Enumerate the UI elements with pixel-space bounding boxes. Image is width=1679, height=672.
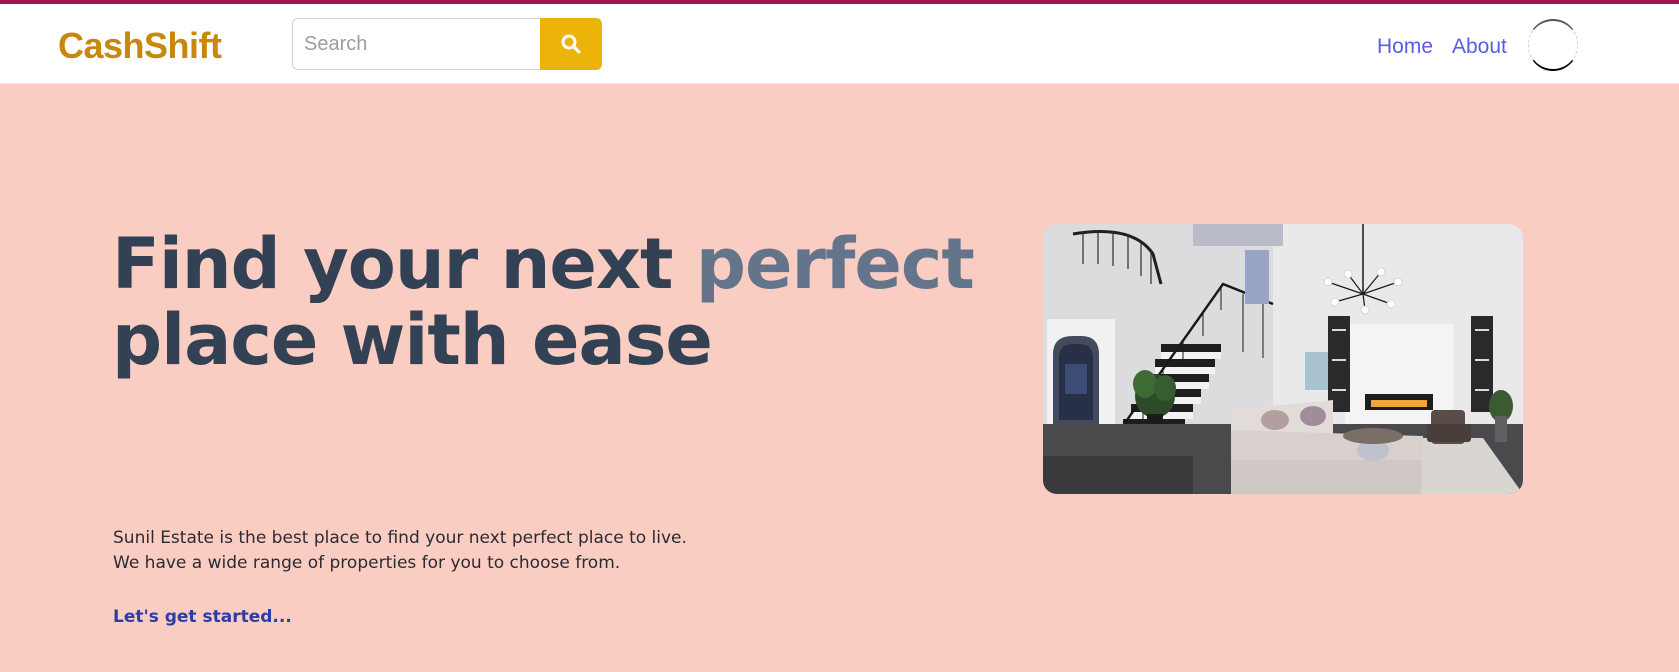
navbar: CashShift Home About: [0, 4, 1679, 84]
avatar[interactable]: [1528, 19, 1578, 71]
search-input[interactable]: [292, 18, 540, 70]
hero-image: [1043, 224, 1523, 494]
hero-title: Find your next perfect place with ease: [112, 226, 992, 378]
hero-description: Sunil Estate is the best place to find y…: [113, 526, 833, 576]
hero-title-part1: Find your next: [112, 223, 696, 305]
nav-link-home[interactable]: Home: [1377, 34, 1433, 60]
get-started-link[interactable]: Let's get started...: [113, 607, 292, 627]
living-room-illustration: [1043, 224, 1523, 494]
nav-link-about[interactable]: About: [1452, 34, 1507, 60]
hero-description-line1: Sunil Estate is the best place to find y…: [113, 528, 687, 548]
hero-title-part2: place with ease: [112, 299, 713, 381]
hero-description-line2: We have a wide range of properties for y…: [113, 553, 621, 573]
hero-title-highlight: perfect: [695, 223, 975, 305]
search-form: [292, 18, 602, 70]
search-icon: [561, 34, 581, 54]
search-button[interactable]: [540, 18, 602, 70]
logo[interactable]: CashShift: [58, 26, 222, 66]
